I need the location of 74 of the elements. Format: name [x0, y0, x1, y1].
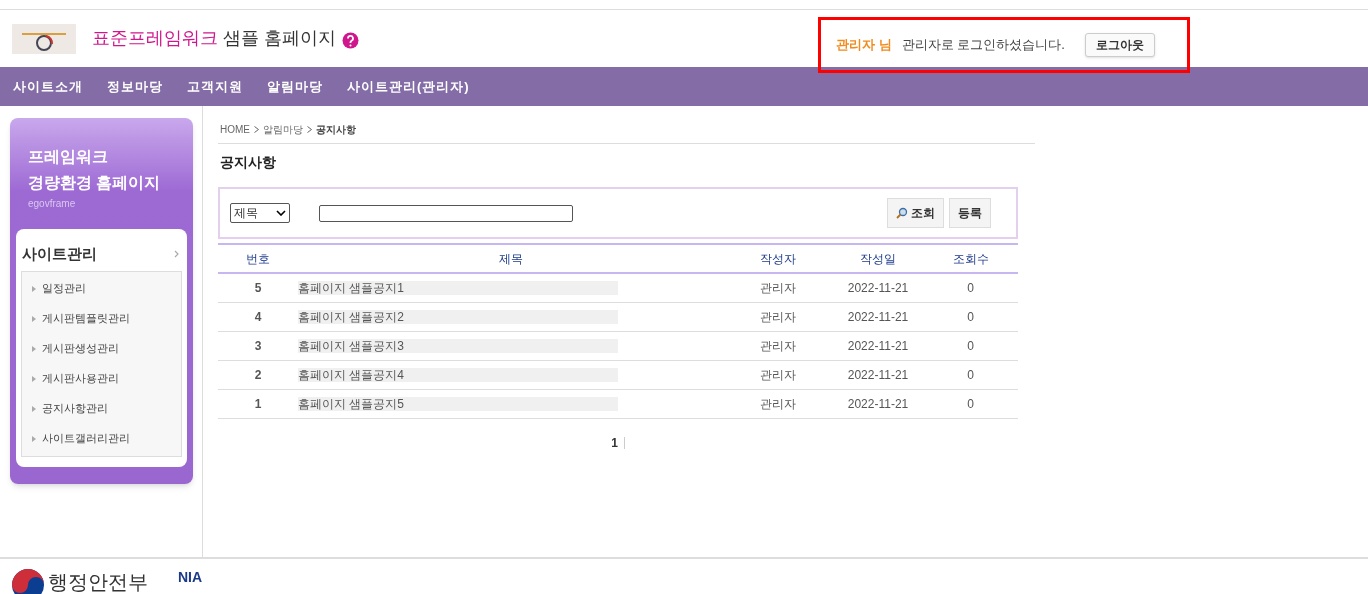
- post-title-link[interactable]: 홈페이지 샘플공지5: [298, 396, 618, 411]
- table-cell: 0: [967, 396, 974, 411]
- search-button[interactable]: 조회: [887, 198, 944, 228]
- submenu-item[interactable]: 공지사항관리: [22, 393, 181, 424]
- post-title-link[interactable]: 홈페이지 샘플공지2: [298, 309, 618, 324]
- table-cell: 0: [967, 309, 974, 324]
- separator-icon: [254, 126, 259, 133]
- bullet-icon: [32, 285, 36, 292]
- emblem-icon: [12, 569, 44, 594]
- search-field[interactable]: [319, 204, 573, 222]
- site-title[interactable]: 표준프레임워크 샘플 홈페이지: [92, 25, 337, 52]
- register-button[interactable]: 등록: [949, 198, 991, 228]
- logo-icon[interactable]: [12, 23, 76, 54]
- table-cell: 관리자: [760, 309, 796, 324]
- nav-link[interactable]: 알림마당: [267, 76, 323, 97]
- sidebar-title: 경량환경 홈페이지: [27, 173, 162, 193]
- table-cell: 2: [254, 367, 262, 382]
- dropdown-icon: [276, 210, 286, 216]
- table-cell: 관리자: [760, 338, 796, 353]
- table-cell: 관리자: [760, 396, 796, 411]
- help-icon[interactable]: [342, 32, 360, 49]
- bullet-icon: [32, 435, 36, 442]
- page-link[interactable]: 1: [611, 436, 625, 449]
- bullet-icon: [32, 375, 36, 382]
- table-cell: 관리자: [760, 280, 796, 295]
- post-title-link[interactable]: 홈페이지 샘플공지3: [298, 338, 618, 353]
- table-cell: 관리자: [760, 367, 796, 382]
- table-cell: 2022-11-21: [847, 338, 909, 353]
- table-cell: 1: [254, 396, 262, 411]
- table-cell: 0: [967, 367, 974, 382]
- bullet-icon: [32, 405, 36, 412]
- breadcrumb-link[interactable]: 알림마당: [263, 122, 303, 137]
- column-header: 제목: [498, 251, 523, 266]
- nav-link[interactable]: 사이트소개: [13, 76, 83, 97]
- sidebar-subtitle: egovframe: [27, 197, 77, 211]
- table-cell: 2022-11-21: [847, 280, 909, 295]
- field-select[interactable]: 제목: [230, 203, 290, 223]
- sidebar-title: 프레임워크: [27, 147, 109, 167]
- nav-link[interactable]: 고객지원: [187, 76, 243, 97]
- submenu-item[interactable]: 게시판템플릿관리: [22, 303, 181, 334]
- submenu-item[interactable]: 사이트갤러리관리: [22, 423, 181, 454]
- submenu-item[interactable]: 게시판사용관리: [22, 363, 181, 394]
- table-cell: 0: [967, 280, 974, 295]
- nav-link[interactable]: 사이트관리(관리자): [347, 76, 470, 97]
- submenu-item[interactable]: 게시판생성관리: [22, 333, 181, 364]
- bullet-icon: [32, 345, 36, 352]
- section-heading: 사이트관리: [21, 244, 97, 264]
- login-message: 관리자로 로그인하셨습니다.: [901, 36, 1065, 55]
- separator-icon: [307, 126, 312, 133]
- user-name: 관리자 님: [836, 36, 892, 55]
- table-cell: 5: [254, 280, 262, 295]
- table-cell: 3: [254, 338, 262, 353]
- logout-button[interactable]: 로그아웃: [1084, 33, 1155, 57]
- column-header: 작성일: [860, 251, 896, 266]
- table-cell: 2022-11-21: [847, 309, 909, 324]
- search-icon: [896, 207, 908, 219]
- submenu-item[interactable]: 일정관리: [22, 273, 181, 304]
- breadcrumb-link[interactable]: 공지사항: [316, 122, 356, 137]
- bullet-icon: [32, 315, 36, 322]
- post-title-link[interactable]: 홈페이지 샘플공지4: [298, 367, 618, 382]
- column-header: 조회수: [952, 251, 989, 266]
- table-cell: 4: [254, 309, 262, 324]
- chevron-icon: [174, 250, 179, 259]
- table-cell: 2022-11-21: [847, 396, 909, 411]
- column-header: 번호: [246, 251, 270, 266]
- breadcrumb-link[interactable]: HOME: [220, 122, 250, 137]
- table-cell: 2022-11-21: [847, 367, 909, 382]
- page-title: 공지사항: [219, 153, 277, 172]
- nav-link[interactable]: 정보마당: [107, 76, 163, 97]
- column-header: 작성자: [760, 251, 796, 266]
- ministry-name: 행정안전부: [48, 570, 148, 594]
- agency-name: NIA: [178, 569, 203, 585]
- post-title-link[interactable]: 홈페이지 샘플공지1: [298, 280, 618, 295]
- table-cell: 0: [967, 338, 974, 353]
